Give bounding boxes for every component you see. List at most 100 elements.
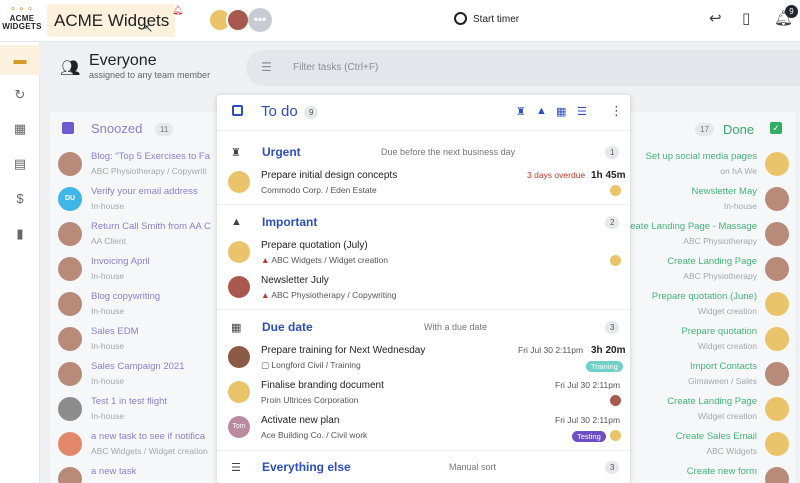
task-row[interactable]: Tom Activate new plan Ace Building Co. /… [217, 411, 630, 445]
back-arrow-icon[interactable]: ↩ [709, 10, 722, 28]
avatar [58, 292, 82, 316]
nav-clipboard-icon[interactable]: ▤ [0, 149, 40, 179]
app-logo[interactable]: ⚬⚬⚬ ACME WIDGETS [2, 3, 42, 39]
bookmark-icon[interactable]: ▯ [742, 10, 750, 28]
project-icon: ▢ [261, 360, 272, 370]
section-subtitle: With a due date [424, 322, 488, 332]
assignee-subtitle: assigned to any team member [89, 70, 211, 80]
more-members-button[interactable]: ••• [248, 8, 272, 32]
task-row[interactable]: Newsletter July ▲ ABC Physiotherapy / Co… [217, 271, 630, 305]
task-client: ABC Physiotherapy [683, 271, 757, 281]
calendar-icon: ▦ [231, 322, 242, 334]
task-client: In-house [91, 271, 125, 281]
warning-icon[interactable]: ▲ [536, 105, 547, 117]
task-title: Prepare quotation (June) [651, 291, 757, 302]
list-item[interactable]: Create Landing Page Widget creation [630, 392, 795, 427]
avatar [58, 222, 82, 246]
task-duration: 1h 45m [591, 170, 626, 181]
task-row[interactable]: Prepare quotation (July) ▲ ABC Widgets /… [217, 236, 630, 270]
task-duration: 3h 20m [591, 345, 626, 356]
siren-icon[interactable]: ♜ [516, 105, 526, 118]
start-timer-button[interactable]: Start timer [454, 11, 519, 29]
warning-icon: ▲ [261, 255, 272, 265]
warning-icon: ▲ [231, 216, 242, 228]
task-client: Ace Building Co. / Civil work [261, 430, 368, 440]
assignee-mini-avatar [610, 185, 621, 196]
nav-billing-icon[interactable]: $ [0, 184, 40, 214]
list-item[interactable]: Import Contacts Gimaween / Sales [630, 357, 795, 392]
nav-tasks-icon[interactable]: ▬ [0, 45, 40, 75]
filter-bar[interactable]: ☰ Filter tasks (Ctrl+F) [246, 50, 800, 86]
task-title: Create new form [686, 466, 757, 477]
task-client: In-house [91, 411, 125, 421]
todo-label: To do [261, 103, 298, 120]
list-item[interactable]: Test 1 in test flight In-house [50, 392, 226, 427]
task-title: Test 1 in test flight [91, 396, 168, 407]
due-date-label: Fri Jul 30 2:11pm [555, 380, 621, 390]
section-everything-else[interactable]: ☰ Everything else Manual sort 3 [217, 455, 630, 481]
done-header: 17 Done ✓ [630, 112, 795, 146]
tag-testing[interactable]: Testing [572, 431, 606, 442]
due-date-label: Fri Jul 30 2:11pm [555, 415, 621, 425]
task-client: Commodo Corp. / Eden Estate [261, 185, 377, 195]
list-item[interactable]: Set up social media pages on hA We [630, 147, 795, 182]
nav-clients-icon[interactable]: ▦ [0, 114, 40, 144]
list-item[interactable]: Create new form [630, 462, 795, 483]
list-item[interactable]: Prepare quotation (June) Widget creation [630, 287, 795, 322]
list-item[interactable]: Return Call Smith from AA C AA Client [50, 217, 226, 252]
nav-reports-icon[interactable]: ▮ [0, 219, 40, 249]
filter-input[interactable]: Filter tasks (Ctrl+F) [293, 62, 378, 73]
task-client: ABC Widgets / Widget creation [271, 255, 388, 265]
task-title: a new task to see if notifica [91, 431, 206, 442]
list-item[interactable]: Create Landing Page ABC Physiotherapy [630, 252, 795, 287]
avatar [765, 397, 789, 421]
snoozed-label: Snoozed [91, 121, 143, 136]
task-row[interactable]: Prepare initial design concepts Commodo … [217, 166, 630, 200]
section-urgent[interactable]: ♜ Urgent Due before the next business da… [217, 140, 630, 166]
tag-training[interactable]: Training [586, 361, 623, 372]
todo-column: To do 9 ♜ ▲ ▦ ☰ ⋮ ♜ Urgent Due before th… [217, 95, 630, 483]
list-item[interactable]: Sales Campaign 2021 In-house [50, 357, 226, 392]
nav-history-icon[interactable]: ↻ [0, 80, 40, 110]
avatar[interactable] [226, 8, 250, 32]
task-client: Longford Civil / Training [271, 360, 361, 370]
avatar [765, 187, 789, 211]
list-item[interactable]: Create Landing Page - Massage ABC Physio… [630, 217, 795, 252]
avatar [228, 171, 250, 193]
task-title: Newsletter July [261, 275, 329, 286]
list-item[interactable]: a new task [50, 462, 226, 483]
section-important[interactable]: ▲ Important 2 [217, 210, 630, 236]
done-count: 17 [695, 123, 714, 136]
org-switcher[interactable]: ACME Widgets [47, 4, 175, 37]
assignee-mini-avatar [610, 395, 621, 406]
group-icon: 👥︎ [60, 60, 81, 77]
calendar-icon[interactable]: ▦ [556, 105, 566, 118]
task-row[interactable]: Finalise branding document Proin Ultrice… [217, 376, 630, 410]
avatar [765, 152, 789, 176]
task-client: In-house [91, 306, 125, 316]
task-client: Widget creation [697, 306, 757, 316]
list-item[interactable]: Create Sales Email ABC Widgets [630, 427, 795, 462]
check-icon: ✓ [770, 122, 782, 134]
assignee-title[interactable]: Everyone [89, 52, 157, 70]
list-item[interactable]: Prepare quotation Widget creation [630, 322, 795, 357]
list-icon: ☰ [231, 462, 241, 474]
avatar [228, 241, 250, 263]
task-title: Activate new plan [261, 415, 340, 426]
list-item[interactable]: Sales EDM In-house [50, 322, 226, 357]
task-client: AA Client [91, 236, 126, 246]
list-icon[interactable]: ☰ [577, 105, 587, 118]
avatar [765, 432, 789, 456]
list-item[interactable]: DU Verify your email address In-house [50, 182, 226, 217]
task-title: Newsletter May [691, 186, 757, 197]
avatar [765, 362, 789, 386]
snoozed-header: Snoozed 11 [50, 112, 226, 146]
list-item[interactable]: a new task to see if notifica ABC Widget… [50, 427, 226, 462]
section-due-date[interactable]: ▦ Due date With a due date 3 [217, 315, 630, 341]
more-vert-icon[interactable]: ⋮ [610, 103, 623, 119]
list-item[interactable]: Newsletter May In-house [630, 182, 795, 217]
list-item[interactable]: Blog copywriting In-house [50, 287, 226, 322]
task-row[interactable]: Prepare training for Next Wednesday ▢ Lo… [217, 341, 630, 375]
list-item[interactable]: Invoicing April In-house [50, 252, 226, 287]
list-item[interactable]: Blog: "Top 5 Exercises to Fa ABC Physiot… [50, 147, 226, 182]
